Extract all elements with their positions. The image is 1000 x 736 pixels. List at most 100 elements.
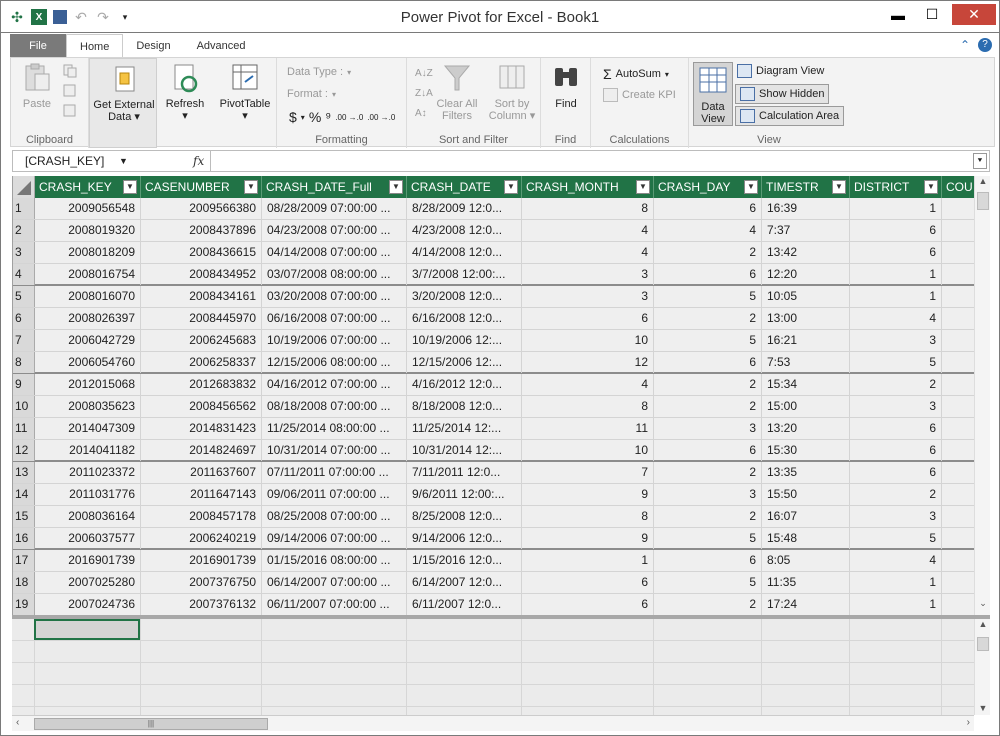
table-cell[interactable]: 2008436615 (141, 242, 262, 263)
copy-icon[interactable] (63, 64, 77, 81)
data-type-dropdown[interactable]: Data Type : ▾ (287, 66, 351, 78)
table-cell[interactable]: 6 (654, 550, 762, 571)
table-cell[interactable]: 2008026397 (35, 308, 141, 329)
show-hidden-button[interactable]: Show Hidden (735, 84, 830, 104)
table-cell[interactable] (942, 594, 974, 615)
table-cell[interactable]: 2007024736 (35, 594, 141, 615)
table-cell[interactable] (942, 440, 974, 461)
table-row[interactable]: 14 2011031776 2011647143 09/06/2011 07:00:0… (13, 484, 974, 506)
table-cell[interactable] (942, 396, 974, 417)
column-header[interactable]: CRASH_KEY ▼ (35, 176, 141, 198)
table-cell[interactable]: 10:05 (762, 286, 850, 307)
table-cell[interactable]: 15:50 (762, 484, 850, 505)
scroll-up-icon[interactable]: ▲ (975, 176, 991, 190)
table-cell[interactable]: 5 (654, 572, 762, 593)
table-cell[interactable]: 10 (522, 440, 654, 461)
pivottable-dropdown-icon[interactable]: ▾ (215, 110, 275, 122)
table-cell[interactable]: 10/31/2014 07:00:00 ... (262, 440, 407, 461)
grid-scroll-thumb[interactable] (977, 192, 989, 210)
table-cell[interactable]: 08/28/2009 07:00:00 ... (262, 198, 407, 219)
table-cell[interactable]: 2009056548 (35, 198, 141, 219)
calc-vertical-scrollbar[interactable]: ▲ ▼ (974, 619, 990, 715)
table-cell[interactable]: 2 (654, 242, 762, 263)
get-external-data-button[interactable]: Get External Data ▾ (92, 63, 156, 123)
table-cell[interactable]: 8/18/2008 12:0... (407, 396, 522, 417)
table-cell[interactable]: 09/06/2011 07:00:00 ... (262, 484, 407, 505)
maximize-button[interactable]: ☐ (918, 4, 946, 25)
sort-by-column-button[interactable]: Sort by Column ▾ (487, 62, 537, 122)
table-cell[interactable]: 5 (654, 528, 762, 549)
scroll-left-icon[interactable]: ‹ (16, 717, 19, 728)
table-cell[interactable]: 3 (654, 418, 762, 439)
table-cell[interactable]: 16:39 (762, 198, 850, 219)
table-cell[interactable]: 9 (522, 484, 654, 505)
table-cell[interactable]: 2 (654, 396, 762, 417)
grid-vertical-scrollbar[interactable]: ▲ ⌄ (974, 176, 990, 616)
tab-advanced[interactable]: Advanced (184, 34, 259, 58)
table-cell[interactable] (942, 550, 974, 571)
table-cell[interactable]: 2014047309 (35, 418, 141, 439)
table-cell[interactable]: 2008019320 (35, 220, 141, 241)
table-cell[interactable]: 12/15/2006 12:... (407, 352, 522, 373)
expand-formula-icon[interactable]: ⯆ (973, 153, 987, 169)
row-number[interactable]: 12 (13, 440, 35, 461)
table-cell[interactable]: 8/28/2009 12:0... (407, 198, 522, 219)
table-cell[interactable]: 2 (654, 506, 762, 527)
table-cell[interactable]: 2008437896 (141, 220, 262, 241)
table-cell[interactable]: 2008457178 (141, 506, 262, 527)
table-cell[interactable]: 2 (654, 462, 762, 483)
table-cell[interactable]: 13:35 (762, 462, 850, 483)
column-filter-dropdown-icon[interactable]: ▼ (832, 180, 846, 194)
table-cell[interactable]: 2006258337 (141, 352, 262, 373)
table-cell[interactable]: 11/25/2014 08:00:00 ... (262, 418, 407, 439)
table-cell[interactable] (942, 242, 974, 263)
clear-sort-icon[interactable]: A↕ (415, 104, 433, 124)
table-cell[interactable]: 3 (522, 264, 654, 285)
table-cell[interactable]: 1 (850, 264, 942, 285)
row-number[interactable]: 5 (13, 286, 35, 307)
table-cell[interactable] (942, 220, 974, 241)
table-cell[interactable]: 01/15/2016 08:00:00 ... (262, 550, 407, 571)
table-cell[interactable]: 08/18/2008 07:00:00 ... (262, 396, 407, 417)
refresh-button[interactable]: Refresh ▾ (163, 62, 207, 122)
row-number[interactable]: 18 (13, 572, 35, 593)
table-cell[interactable]: 15:00 (762, 396, 850, 417)
percent-button[interactable]: % (309, 109, 321, 125)
table-cell[interactable]: 08/25/2008 07:00:00 ... (262, 506, 407, 527)
table-row[interactable]: 18 2007025280 2007376750 06/14/2007 07:00:0… (13, 572, 974, 594)
column-filter-dropdown-icon[interactable]: ▼ (123, 180, 137, 194)
table-cell[interactable] (942, 462, 974, 483)
column-filter-dropdown-icon[interactable]: ▼ (504, 180, 518, 194)
table-row[interactable]: 16 2006037577 2006240219 09/14/2006 07:00:0… (13, 528, 974, 550)
clear-all-filters-button[interactable]: Clear All Filters (435, 62, 479, 122)
find-button[interactable]: Find (547, 62, 585, 110)
table-cell[interactable]: 17:24 (762, 594, 850, 615)
table-cell[interactable]: 12 (522, 352, 654, 373)
sort-za-icon[interactable]: Z↓A (415, 84, 433, 104)
table-cell[interactable]: 03/07/2008 08:00:00 ... (262, 264, 407, 285)
select-all-corner[interactable] (13, 176, 35, 198)
row-number[interactable]: 4 (13, 264, 35, 285)
create-kpi-button[interactable]: Create KPI (603, 88, 676, 102)
tab-home[interactable]: Home (66, 34, 124, 58)
table-cell[interactable]: 13:42 (762, 242, 850, 263)
scroll-down-icon[interactable]: ⌄ (975, 598, 991, 612)
selected-measure-cell[interactable] (34, 619, 140, 640)
table-cell[interactable]: 9/6/2011 12:00:... (407, 484, 522, 505)
table-row[interactable]: 19 2007024736 2007376132 06/11/2007 07:00:0… (13, 594, 974, 616)
table-cell[interactable]: 7:53 (762, 352, 850, 373)
column-header[interactable]: COU (942, 176, 974, 198)
table-row[interactable]: 9 2012015068 2012683832 04/16/2012 07:00:00… (13, 374, 974, 396)
table-row[interactable]: 3 2008018209 2008436615 04/14/2008 07:00:00… (13, 242, 974, 264)
table-cell[interactable]: 4 (522, 220, 654, 241)
table-cell[interactable]: 04/23/2008 07:00:00 ... (262, 220, 407, 241)
refresh-dropdown-icon[interactable]: ▾ (163, 110, 207, 122)
table-cell[interactable] (942, 264, 974, 285)
table-cell[interactable]: 2014041182 (35, 440, 141, 461)
row-number[interactable]: 14 (13, 484, 35, 505)
table-cell[interactable] (942, 198, 974, 219)
horizontal-scroll-thumb[interactable]: ||| (34, 718, 268, 730)
table-cell[interactable]: 2 (850, 484, 942, 505)
table-cell[interactable]: 06/16/2008 07:00:00 ... (262, 308, 407, 329)
row-number[interactable]: 11 (13, 418, 35, 439)
